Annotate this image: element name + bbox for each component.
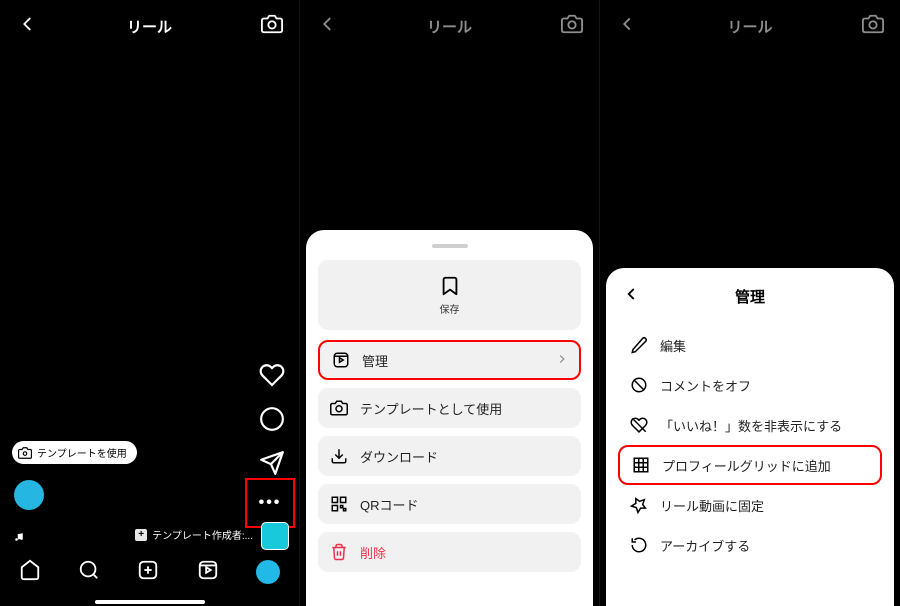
row-manage[interactable]: 管理 — [318, 340, 581, 380]
row-label: プロフィールグリッドに追加 — [662, 456, 831, 475]
side-actions — [259, 362, 285, 476]
sheet-handle[interactable] — [432, 244, 468, 248]
page-title: リール — [127, 16, 172, 37]
tab-home[interactable] — [19, 559, 41, 586]
sheet-title: 管理 — [735, 286, 765, 307]
template-credit-chip[interactable]: + テンプレート作成者:... — [135, 527, 253, 542]
author-avatar[interactable] — [14, 480, 44, 510]
row-download[interactable]: ダウンロード — [318, 436, 581, 476]
row-label: QRコード — [360, 495, 419, 514]
camera-button — [862, 13, 884, 40]
camera-button[interactable] — [261, 13, 283, 40]
template-credit-label: テンプレート作成者:... — [152, 527, 253, 542]
save-button[interactable]: 保存 — [318, 260, 581, 330]
audio-row[interactable] — [14, 532, 30, 542]
row-pin-to-reels[interactable]: リール動画に固定 — [618, 485, 882, 525]
row-hide-likes[interactable]: 「いいね！」数を非表示にする — [618, 405, 882, 445]
manage-sheet-screen: リール 管理 編集 コメントをオフ — [600, 0, 900, 606]
sheet-back-button[interactable] — [622, 285, 640, 308]
row-delete[interactable]: 削除 — [318, 532, 581, 572]
row-edit[interactable]: 編集 — [618, 325, 882, 365]
bottom-tabbar — [0, 548, 299, 596]
row-label: コメントをオフ — [660, 376, 751, 395]
save-label: 保存 — [440, 301, 460, 316]
chevron-right-icon — [555, 352, 569, 369]
top-bar: リール — [0, 0, 299, 52]
sheet-header: 管理 — [618, 286, 882, 307]
row-archive[interactable]: アーカイブする — [618, 525, 882, 565]
chip-label: テンプレートを使用 — [37, 445, 127, 460]
row-label: リール動画に固定 — [660, 496, 764, 515]
top-bar-dim: リール — [600, 0, 900, 52]
row-add-to-profile-grid[interactable]: プロフィールグリッドに追加 — [618, 445, 882, 485]
row-label: 管理 — [362, 351, 388, 370]
row-comments-off[interactable]: コメントをオフ — [618, 365, 882, 405]
reels-viewer-screen: リール ••• テンプレートを使用 — [0, 0, 300, 606]
page-title: リール — [727, 16, 772, 37]
row-label: 削除 — [360, 543, 386, 562]
more-options-button[interactable]: ••• — [259, 494, 282, 512]
use-template-chip[interactable]: テンプレートを使用 — [12, 441, 137, 464]
audio-cover-thumbnail[interactable] — [261, 522, 289, 550]
tab-reels[interactable] — [197, 559, 219, 586]
back-button — [316, 13, 338, 40]
camera-button — [561, 13, 583, 40]
profile-avatar-icon — [256, 560, 280, 584]
action-sheet-screen: リール 保存 管理 テンプレートとして使用 ダウンロード — [300, 0, 600, 606]
like-icon[interactable] — [259, 362, 285, 388]
more-options-highlight: ••• — [245, 478, 295, 528]
manage-list: 編集 コメントをオフ 「いいね！」数を非表示にする プロフィールグリッドに追加 … — [618, 325, 882, 565]
comment-icon[interactable] — [259, 406, 285, 432]
row-label: 編集 — [660, 336, 686, 355]
row-label: テンプレートとして使用 — [360, 399, 502, 418]
plus-icon: + — [135, 529, 147, 541]
page-title: リール — [427, 16, 472, 37]
tab-profile[interactable] — [256, 560, 280, 584]
row-label: アーカイブする — [660, 536, 750, 555]
options-bottom-sheet: 保存 管理 テンプレートとして使用 ダウンロード QRコード — [306, 230, 593, 606]
back-button — [616, 13, 638, 40]
row-qr-code[interactable]: QRコード — [318, 484, 581, 524]
tab-search[interactable] — [78, 559, 100, 586]
manage-bottom-sheet: 管理 編集 コメントをオフ 「いいね！」数を非表示にする プロフィールグリッ — [606, 268, 894, 606]
home-indicator — [95, 600, 205, 604]
back-button[interactable] — [16, 13, 38, 40]
row-label: ダウンロード — [360, 447, 438, 466]
share-icon[interactable] — [259, 450, 285, 476]
row-label: 「いいね！」数を非表示にする — [660, 416, 842, 435]
tab-create[interactable] — [137, 559, 159, 586]
row-use-as-template[interactable]: テンプレートとして使用 — [318, 388, 581, 428]
top-bar-dim: リール — [300, 0, 599, 52]
